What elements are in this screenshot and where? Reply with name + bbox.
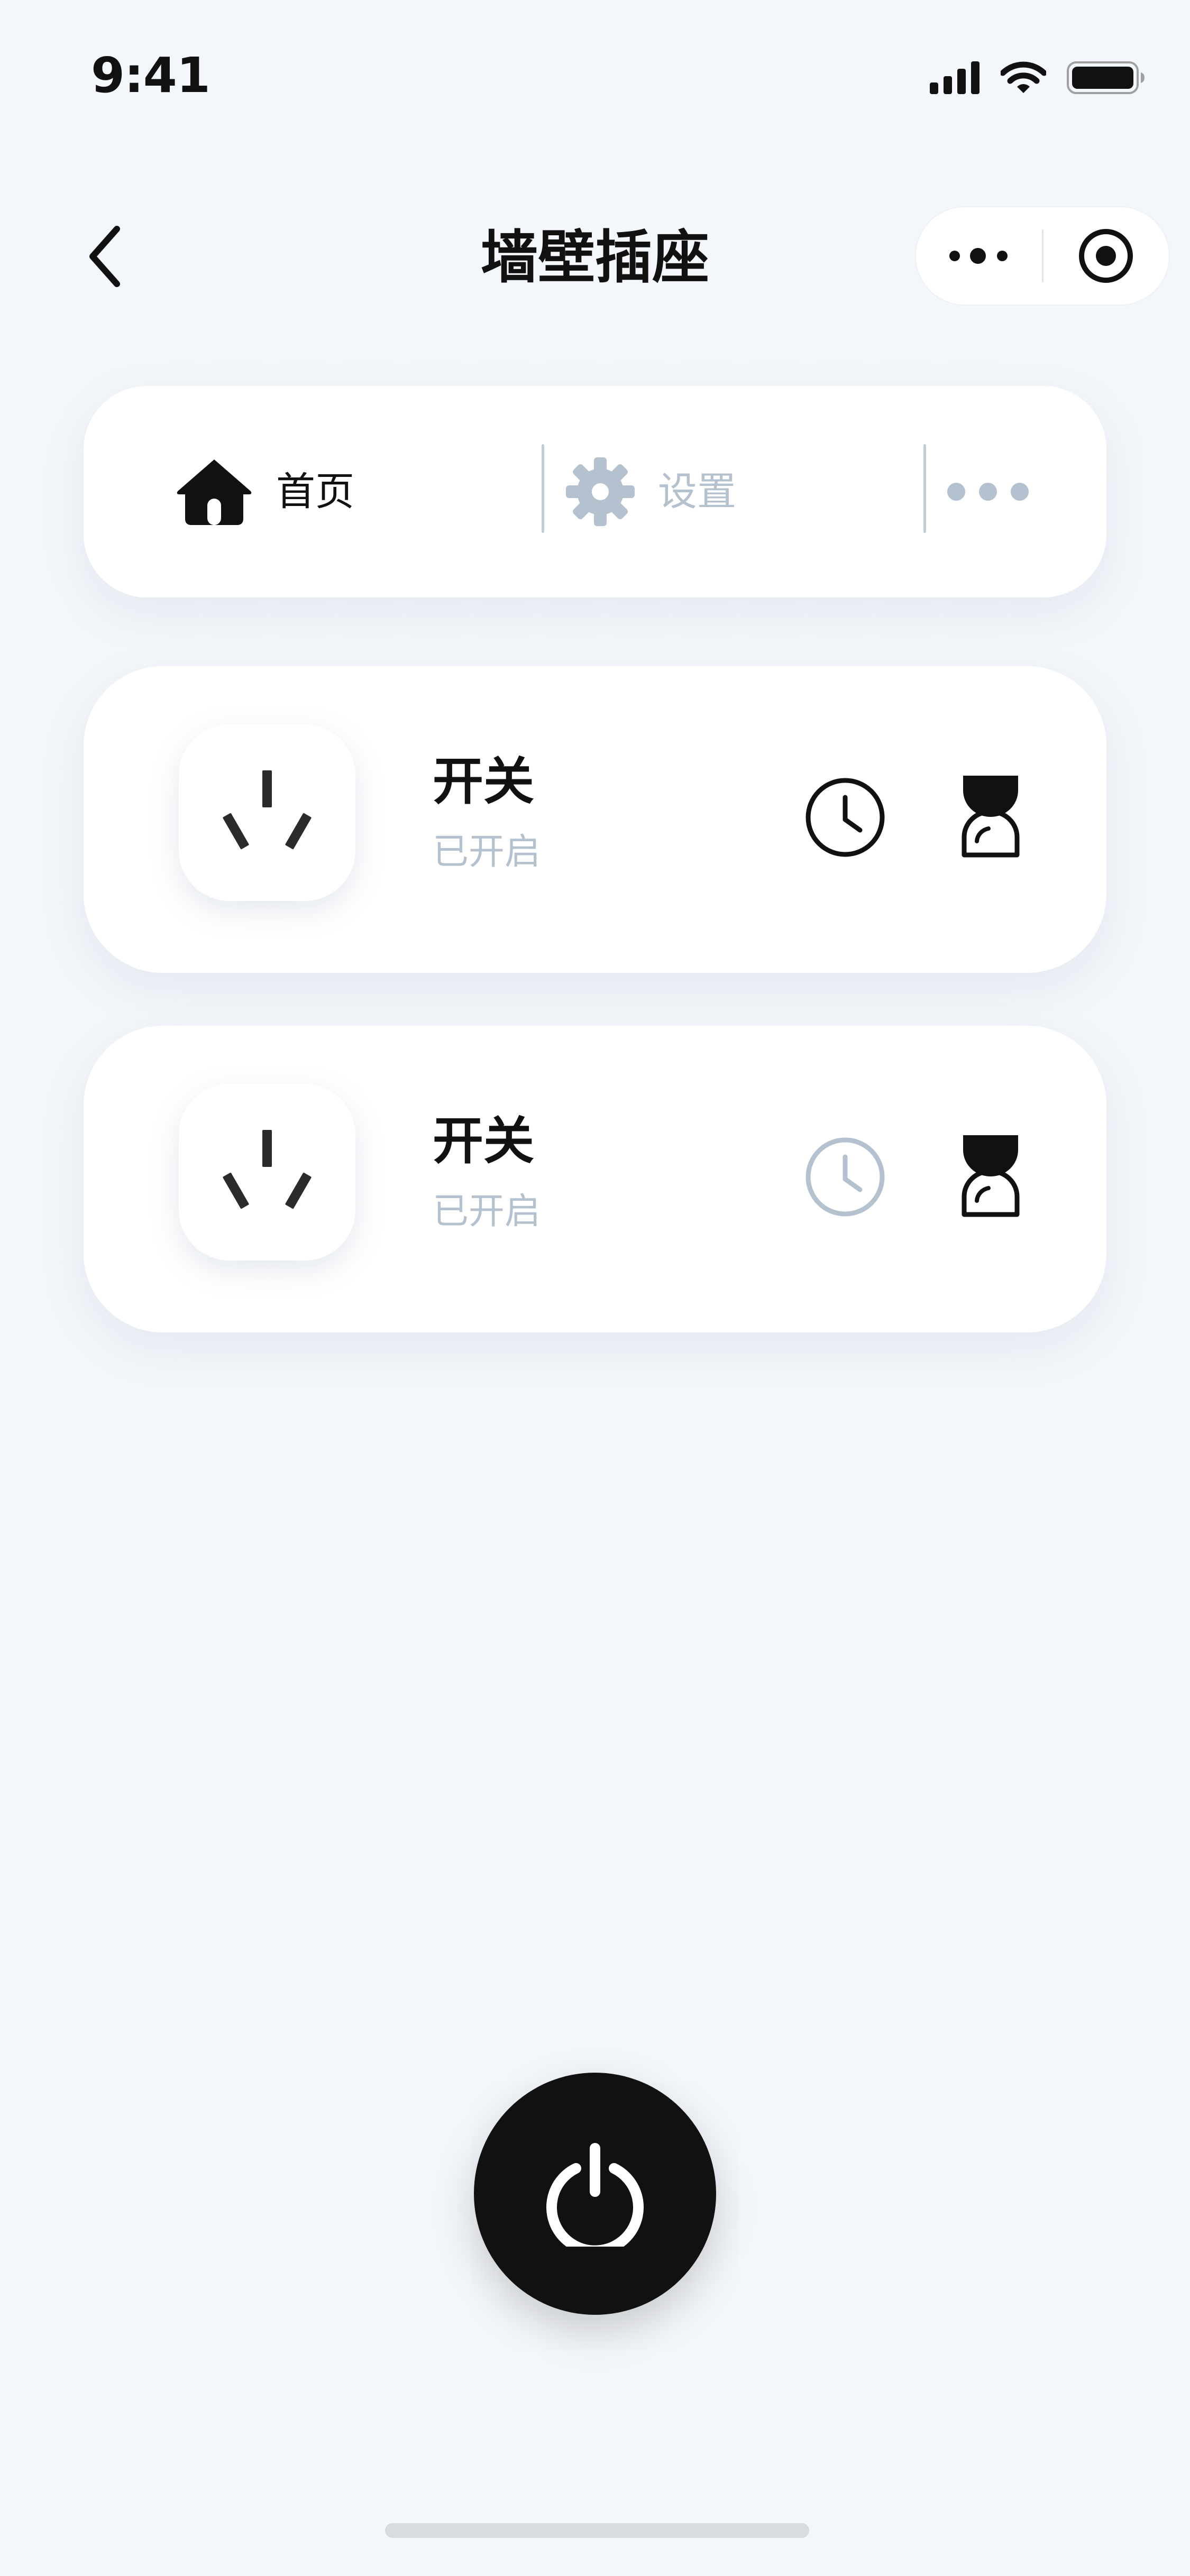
battery-icon [1067, 61, 1145, 94]
tab-divider [542, 444, 544, 533]
status-time: 9:41 [91, 47, 210, 104]
status-icons [930, 59, 1146, 96]
home-indicator [385, 2523, 809, 2538]
socket-outlet-icon [223, 770, 312, 850]
more-dots-icon [947, 483, 1029, 501]
status-bar: 9:41 [0, 0, 1190, 153]
countdown-button[interactable] [951, 771, 1030, 861]
socket-tile [179, 1084, 355, 1261]
capsule-close-button[interactable] [1043, 207, 1169, 305]
more-dots-icon [949, 248, 1008, 264]
tab-home-label: 首页 [276, 469, 354, 514]
wifi-icon [1001, 61, 1046, 93]
tab-settings[interactable]: 设置 [565, 386, 736, 597]
power-button[interactable] [474, 2073, 716, 2315]
socket-name: 开关 [433, 1111, 534, 1171]
timer-button[interactable] [803, 1135, 887, 1219]
socket-outlet-icon [223, 1130, 312, 1209]
socket-card[interactable]: 开关 已开启 [84, 666, 1106, 973]
tab-home[interactable]: 首页 [175, 386, 354, 597]
hourglass-icon [962, 1135, 1020, 1217]
tab-more[interactable] [946, 386, 1030, 597]
tab-settings-label: 设置 [658, 469, 736, 514]
clock-icon [805, 1137, 885, 1217]
cellular-signal-icon [930, 61, 980, 94]
capsule-more-button[interactable] [916, 207, 1042, 305]
socket-status: 已开启 [433, 831, 541, 873]
socket-card[interactable]: 开关 已开启 [84, 1026, 1106, 1332]
tab-divider [923, 444, 926, 533]
socket-status: 已开启 [433, 1191, 541, 1232]
socket-tile [179, 724, 355, 901]
target-close-icon [1079, 229, 1133, 283]
nav-bar: 墙壁插座 [0, 202, 1190, 311]
mini-program-capsule [915, 206, 1170, 306]
clock-icon [805, 778, 885, 857]
house-icon [177, 459, 252, 525]
countdown-button[interactable] [951, 1130, 1030, 1220]
tab-bar-card: 首页 设置 [84, 386, 1106, 597]
hourglass-icon [962, 776, 1020, 858]
power-icon [546, 2143, 644, 2247]
socket-name: 开关 [433, 752, 534, 811]
timer-button[interactable] [803, 775, 887, 860]
gear-icon [566, 457, 635, 526]
